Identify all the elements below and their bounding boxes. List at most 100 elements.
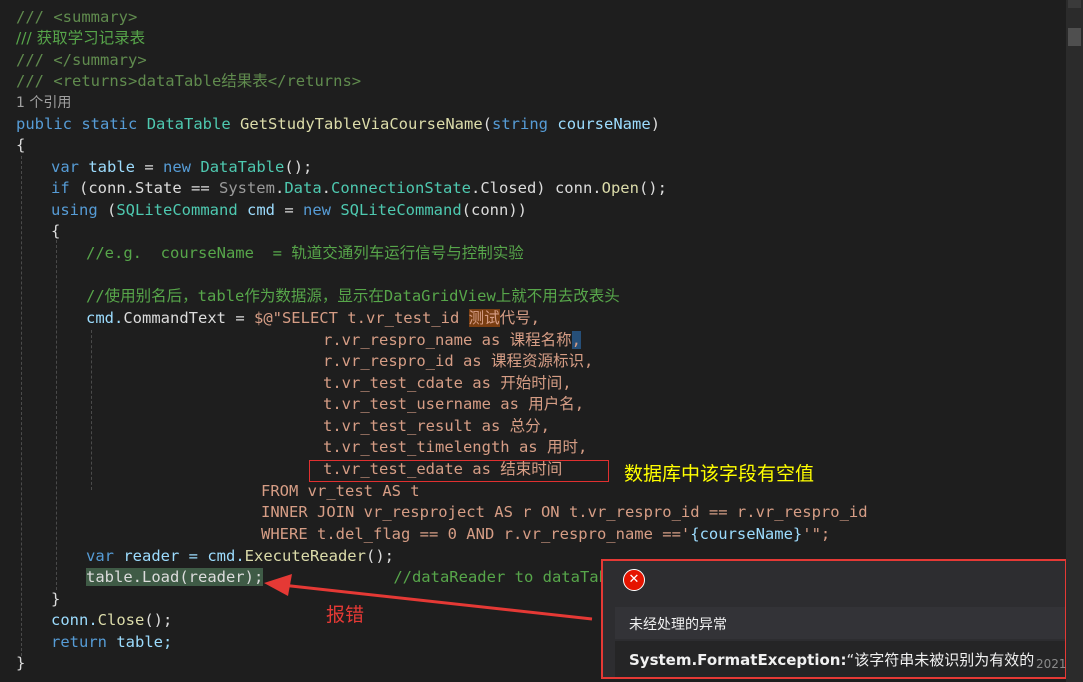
keyword: new xyxy=(303,201,331,219)
brace: { xyxy=(51,222,61,240)
indent-guide xyxy=(21,156,22,656)
sql-line: t.vr_test_cdate as 开始时间, xyxy=(323,373,572,394)
namespace: Data xyxy=(284,179,322,197)
operator: = xyxy=(225,309,254,327)
sql-line: t.vr_test_timelength as 用时, xyxy=(323,437,587,458)
sql-string: 代号, xyxy=(499,309,540,327)
find-highlight: 测试 xyxy=(468,309,500,327)
comment: //使用别名后，table作为数据源，显示在DataGridView上就不用去改… xyxy=(86,287,620,305)
code-line-signature: public static DataTable GetStudyTableVia… xyxy=(16,114,660,135)
sql-line: t.vr_test_username as 用户名, xyxy=(323,394,584,415)
exception-message: System.FormatException:“该字符串未被识别为有效的 xyxy=(629,649,1034,670)
keyword: return xyxy=(51,633,107,651)
interpolation: {courseName} xyxy=(690,525,803,543)
comment: //dataReader to dataTable xyxy=(393,568,627,586)
indent-guide xyxy=(56,240,57,590)
popup-title: 未经处理的异常 xyxy=(629,617,727,633)
code-line-brace: } xyxy=(51,589,60,610)
sql-line: r.vr_respro_name as 课程名称, xyxy=(323,330,581,351)
code-line-close: conn.Close(); xyxy=(51,610,172,631)
references-count[interactable]: 1 个引用 xyxy=(16,95,71,111)
keyword: string xyxy=(492,115,549,133)
code-line-4: /// <returns>dataTable结果表</returns> xyxy=(16,71,361,92)
operator: = xyxy=(275,201,303,219)
brace: } xyxy=(51,590,61,608)
code-line-return: return table; xyxy=(51,632,172,653)
operator: = xyxy=(135,158,164,176)
code-line-using: using (SQLiteCommand cmd = new SQLiteCom… xyxy=(51,200,527,221)
comment: //e.g. courseName = 轨道交通列车运行信号与控制实验 xyxy=(86,244,524,262)
error-statement-highlight[interactable]: table.Load(reader); xyxy=(86,568,264,586)
doc-comment: /// 获取学习记录表 xyxy=(16,29,146,47)
sql-string: WHERE t.del_flag == 0 AND r.vr_respro_na… xyxy=(261,525,691,543)
property-name: CommandText xyxy=(123,309,226,327)
watermark: 2021 xyxy=(1036,657,1067,671)
popup-message-area: System.FormatException:“该字符串未被识别为有效的 xyxy=(615,641,1065,677)
code-line-3: /// </summary> xyxy=(16,50,147,71)
keyword: public xyxy=(16,115,72,133)
indent-guide xyxy=(91,330,92,490)
doc-comment: /// <returns>dataTable结果表</returns> xyxy=(16,72,362,90)
var-name: table xyxy=(88,158,136,176)
type-name: SQLiteCommand xyxy=(340,201,462,219)
code-text: .Closed) conn. xyxy=(470,179,602,197)
code-line-commandtext: cmd.CommandText = $@"SELECT t.vr_test_id… xyxy=(86,308,540,329)
sql-line: r.vr_respro_id as 课程资源标识, xyxy=(323,351,593,372)
punct: (); xyxy=(365,547,394,565)
brace: } xyxy=(16,654,26,672)
type-name: ConnectionState xyxy=(331,179,471,197)
code-line-brace: { xyxy=(16,135,25,156)
punct: (); xyxy=(284,158,313,176)
popup-title-bar: 未经处理的异常 xyxy=(615,607,1065,639)
code-line-comment-alias: //使用别名后，table作为数据源，显示在DataGridView上就不用去改… xyxy=(86,286,620,307)
keyword: var xyxy=(51,158,79,176)
method-name: Close xyxy=(97,611,145,629)
keyword: if xyxy=(51,179,70,197)
code-text: table; xyxy=(107,633,173,651)
sql-line: WHERE t.del_flag == 0 AND r.vr_respro_na… xyxy=(261,524,830,545)
var-name: cmd xyxy=(237,201,275,219)
sql-string: t.vr_test_result as 总分, xyxy=(323,417,550,435)
code-text: (conn.State == xyxy=(69,179,219,197)
var-name: cmd. xyxy=(86,309,124,327)
punct: ) xyxy=(650,115,661,133)
scrollbar-track-top xyxy=(1068,0,1081,8)
punct: ( xyxy=(97,201,117,219)
error-x-icon: ✕ xyxy=(623,569,645,591)
popup-header: ✕ xyxy=(603,561,1065,605)
punct: . xyxy=(274,179,285,197)
method-name: Open xyxy=(601,179,639,197)
exception-popup[interactable]: ✕ 未经处理的异常 System.FormatException:“该字符串未被… xyxy=(601,559,1067,679)
sql-string: FROM vr_test AS t xyxy=(261,482,420,500)
punct: (); xyxy=(638,179,667,197)
keyword: var xyxy=(86,547,114,565)
sql-string: t.vr_test_cdate as 开始时间, xyxy=(323,374,572,392)
null-value-annotation: 数据库中该字段有空值 xyxy=(624,463,815,485)
type-name: SQLiteCommand xyxy=(116,201,238,219)
code-line-comment-eg: //e.g. courseName = 轨道交通列车运行信号与控制实验 xyxy=(86,243,524,264)
exception-type: System.FormatException: xyxy=(629,651,847,669)
code-line-var-table: var table = new DataTable(); xyxy=(51,157,312,178)
vertical-scrollbar[interactable] xyxy=(1066,0,1083,682)
sql-line: FROM vr_test AS t xyxy=(261,481,420,502)
exception-text: “该字符串未被识别为有效的 xyxy=(846,651,1035,669)
codelens-references[interactable]: 1 个引用 xyxy=(16,92,71,113)
sql-string: $@"SELECT t.vr_test_id xyxy=(253,309,469,327)
sql-string: r.vr_respro_id as 课程资源标识, xyxy=(323,352,594,370)
sql-line: INNER JOIN vr_resproject AS r ON t.vr_re… xyxy=(261,502,868,523)
error-annotation: 报错 xyxy=(326,604,365,626)
type-name: DataTable xyxy=(200,158,285,176)
code-line-1: /// <summary> xyxy=(16,7,137,28)
code-line-brace: { xyxy=(51,221,60,242)
brace: { xyxy=(16,136,26,154)
code-line-reader: var reader = cmd.ExecuteReader(); xyxy=(86,546,394,567)
code-line-if: if (conn.State == System.Data.Connection… xyxy=(51,178,667,199)
doc-comment: /// <summary> xyxy=(16,8,138,26)
code-line-2: /// 获取学习记录表 xyxy=(16,28,145,49)
code-line-load[interactable]: table.Load(reader); //dataReader to dataT… xyxy=(86,567,627,588)
punct: (); xyxy=(144,611,173,629)
method-name: ExecuteReader xyxy=(244,547,366,565)
edate-highlight-box xyxy=(309,460,609,482)
scrollbar-thumb[interactable] xyxy=(1068,28,1081,46)
namespace: System xyxy=(218,179,275,197)
